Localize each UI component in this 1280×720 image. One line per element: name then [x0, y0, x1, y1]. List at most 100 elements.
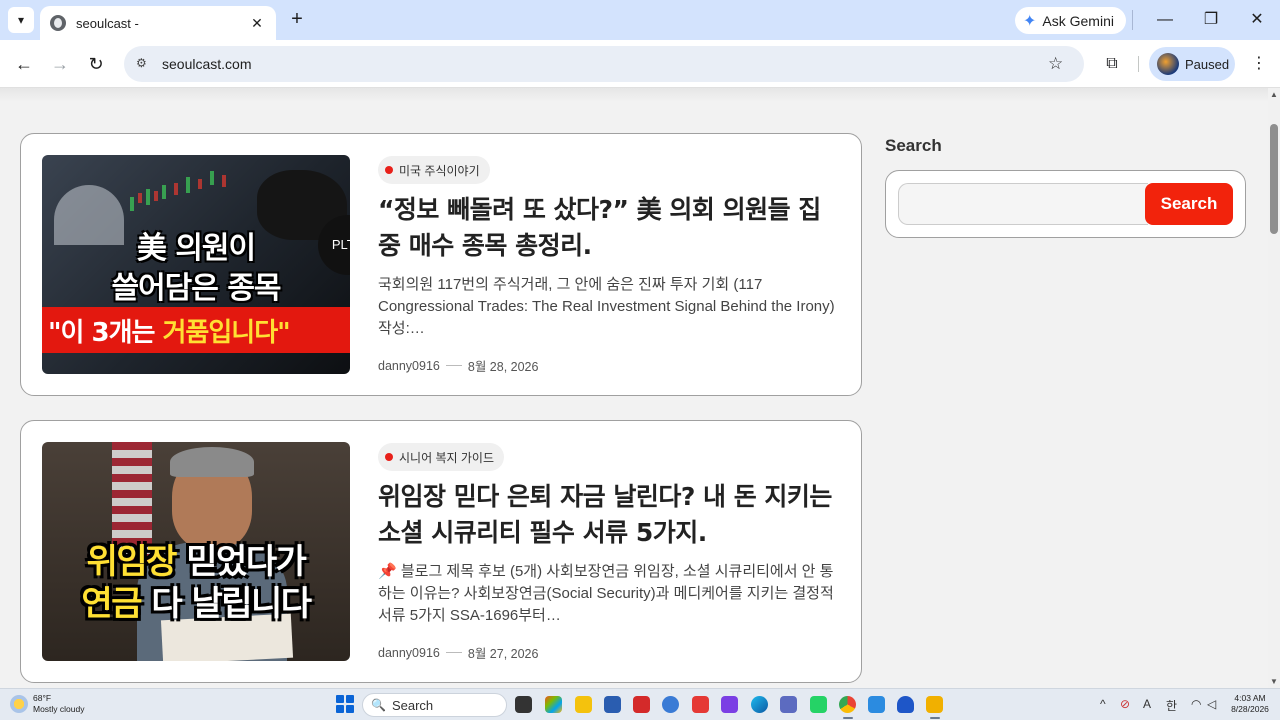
app-purple-icon[interactable]	[721, 696, 738, 713]
extensions-icon[interactable]: ⧉	[1100, 52, 1124, 76]
profile-button[interactable]: Paused	[1149, 47, 1235, 81]
wifi-icon[interactable]: ◠	[1191, 697, 1201, 711]
category-badge[interactable]: 미국 주식이야기	[378, 156, 490, 184]
weather-temp: 68°F	[33, 693, 52, 703]
whatsapp-icon[interactable]	[810, 696, 827, 713]
scrollbar-thumb[interactable]	[1270, 124, 1278, 234]
browser-tab[interactable]: seoulcast - ✕	[40, 6, 276, 40]
file-explorer-icon[interactable]	[575, 696, 592, 713]
bookmark-star-icon[interactable]: ☆	[1048, 54, 1072, 74]
weather-icon	[10, 695, 28, 713]
forward-button[interactable]: →	[48, 52, 72, 76]
search-button[interactable]: Search	[1145, 183, 1233, 225]
category-dot	[385, 453, 393, 461]
person-hair-image	[170, 447, 254, 477]
search-widget: Search	[885, 170, 1246, 238]
url-text[interactable]: seoulcast.com	[162, 56, 1048, 72]
post-date: 8월 27, 2026	[467, 647, 539, 661]
page-content: PLTR 美 의원이 쓸어담은 종목 "이 3개는 거품입니다" 미국 주식이야…	[0, 88, 1268, 688]
thumb-text-line2: 연금 다 날립니다	[42, 576, 350, 625]
scroll-down-icon[interactable]: ▼	[1270, 677, 1278, 686]
chevron-down-icon: ▾	[17, 13, 25, 27]
tab-title: seoulcast -	[76, 15, 139, 31]
thumb-text-highlight: 연금	[81, 584, 142, 624]
new-tab-button[interactable]: +	[286, 8, 308, 30]
address-bar[interactable]: ⚙ seoulcast.com ☆	[124, 46, 1084, 82]
taskbar-search-label: Search	[391, 697, 434, 713]
gemini-icon: ✦	[1023, 12, 1037, 30]
category-badge[interactable]: 시니어 복지 가이드	[378, 443, 504, 471]
app-sticky-icon[interactable]	[926, 696, 943, 713]
post-date: 8월 28, 2026	[467, 360, 539, 374]
weather-widget[interactable]: 68°F Mostly cloudy	[10, 693, 85, 715]
active-indicator	[843, 717, 853, 719]
site-info-icon[interactable]: ⚙	[136, 56, 152, 72]
post-title[interactable]: 위임장 믿다 은퇴 자금 날린다? 내 돈 지키는 소셜 시큐리티 필수 서류 …	[378, 479, 838, 551]
network-alert-icon[interactable]: ⊘	[1120, 697, 1130, 711]
taskbar: 68°F Mostly cloudy 🔍 Search ^ ⊘ A 한 ◠ ◁ …	[0, 688, 1280, 720]
thumb-red-banner: "이 3개는 거품입니다"	[42, 307, 350, 353]
search-input[interactable]	[898, 183, 1148, 225]
app-cloud-icon[interactable]	[897, 696, 914, 713]
app-l-icon[interactable]	[633, 696, 650, 713]
scroll-up-icon[interactable]: ▲	[1270, 90, 1278, 99]
category-label: 미국 주식이야기	[399, 163, 480, 178]
ime-mode[interactable]: A	[1143, 697, 1151, 711]
post-thumbnail[interactable]: 위임장 믿었다가 연금 다 날립니다	[42, 442, 350, 661]
ime-korean[interactable]: 한	[1166, 697, 1177, 714]
volume-icon[interactable]: ◁	[1207, 697, 1216, 711]
thumb-text-line3: "이 3개는	[48, 317, 163, 348]
chrome-icon[interactable]	[839, 696, 856, 713]
taskbar-search[interactable]: 🔍 Search	[362, 693, 507, 717]
close-window-button[interactable]: ✕	[1234, 8, 1280, 32]
tab-search-button[interactable]: ▾	[8, 7, 34, 33]
chevron-up-icon[interactable]: ^	[1100, 697, 1106, 711]
post-thumbnail[interactable]: PLTR 美 의원이 쓸어담은 종목 "이 3개는 거품입니다"	[42, 155, 350, 374]
clock-time: 4:03 AM	[1234, 693, 1266, 703]
minimize-button[interactable]: —	[1142, 8, 1188, 32]
scrollbar[interactable]: ▲ ▼	[1268, 88, 1280, 688]
title-bar: ▾ seoulcast - ✕ + ✦ Ask Gemini — ❐ ✕	[0, 0, 1280, 40]
app-mail-icon[interactable]	[868, 696, 885, 713]
post-excerpt: 국회의원 117번의 주식거래, 그 안에 숨은 진짜 투자 기회 (117 C…	[378, 276, 835, 337]
windows-start-icon[interactable]	[336, 695, 354, 713]
app-blue-icon[interactable]	[662, 696, 679, 713]
clock-date: 8/28/2026	[1231, 704, 1269, 714]
edge-icon[interactable]	[751, 696, 768, 713]
app-red-icon[interactable]	[692, 696, 709, 713]
post-excerpt: 📌 블로그 제목 후보 (5개) 사회보장연금 위임장, 소셜 시큐리티에서 안…	[378, 563, 834, 624]
restore-button[interactable]: ❐	[1188, 8, 1234, 32]
post-card: 위임장 믿었다가 연금 다 날립니다 시니어 복지 가이드 위임장 믿다 은퇴 …	[20, 420, 862, 683]
search-icon: 🔍	[371, 698, 386, 712]
copilot-icon[interactable]	[545, 696, 562, 713]
post-meta: danny0916 8월 28, 2026	[378, 356, 538, 375]
category-label: 시니어 복지 가이드	[399, 450, 494, 465]
thumb-text-highlight: 거품입니다"	[162, 317, 291, 348]
app-indigo-icon[interactable]	[780, 696, 797, 713]
header-shadow	[0, 88, 1268, 102]
post-title[interactable]: “정보 빼돌려 또 샀다?” 美 의회 의원들 집중 매수 종목 총정리.	[378, 192, 838, 264]
clock[interactable]: 4:03 AM 8/28/2026	[1224, 693, 1276, 715]
more-menu-icon[interactable]: ⋮	[1247, 52, 1271, 76]
post-author[interactable]: danny0916	[378, 646, 440, 660]
divider	[1132, 10, 1133, 30]
avatar	[1157, 53, 1179, 75]
store-icon[interactable]	[604, 696, 621, 713]
reload-button[interactable]: ↻	[84, 52, 108, 76]
thumb-text-line1: 美 의원이	[136, 231, 256, 266]
weather-desc: Mostly cloudy	[33, 704, 85, 714]
meta-separator	[445, 365, 462, 366]
weather-text: 68°F Mostly cloudy	[33, 693, 85, 715]
candlestick-chart-image	[130, 171, 226, 211]
post-author[interactable]: danny0916	[378, 359, 440, 373]
search-widget-title: Search	[885, 136, 942, 155]
task-view-icon[interactable]	[515, 696, 532, 713]
back-button[interactable]: ←	[12, 52, 36, 76]
thumb-text-line2: 쓸어담은 종목	[111, 271, 281, 306]
ask-gemini-button[interactable]: ✦ Ask Gemini	[1015, 7, 1126, 34]
close-icon[interactable]: ✕	[248, 15, 266, 32]
category-dot	[385, 166, 393, 174]
globe-icon	[50, 15, 66, 31]
browser-toolbar: ← → ↻ ⚙ seoulcast.com ☆ ⧉ Paused ⋮	[0, 40, 1280, 88]
profile-status: Paused	[1185, 56, 1230, 72]
